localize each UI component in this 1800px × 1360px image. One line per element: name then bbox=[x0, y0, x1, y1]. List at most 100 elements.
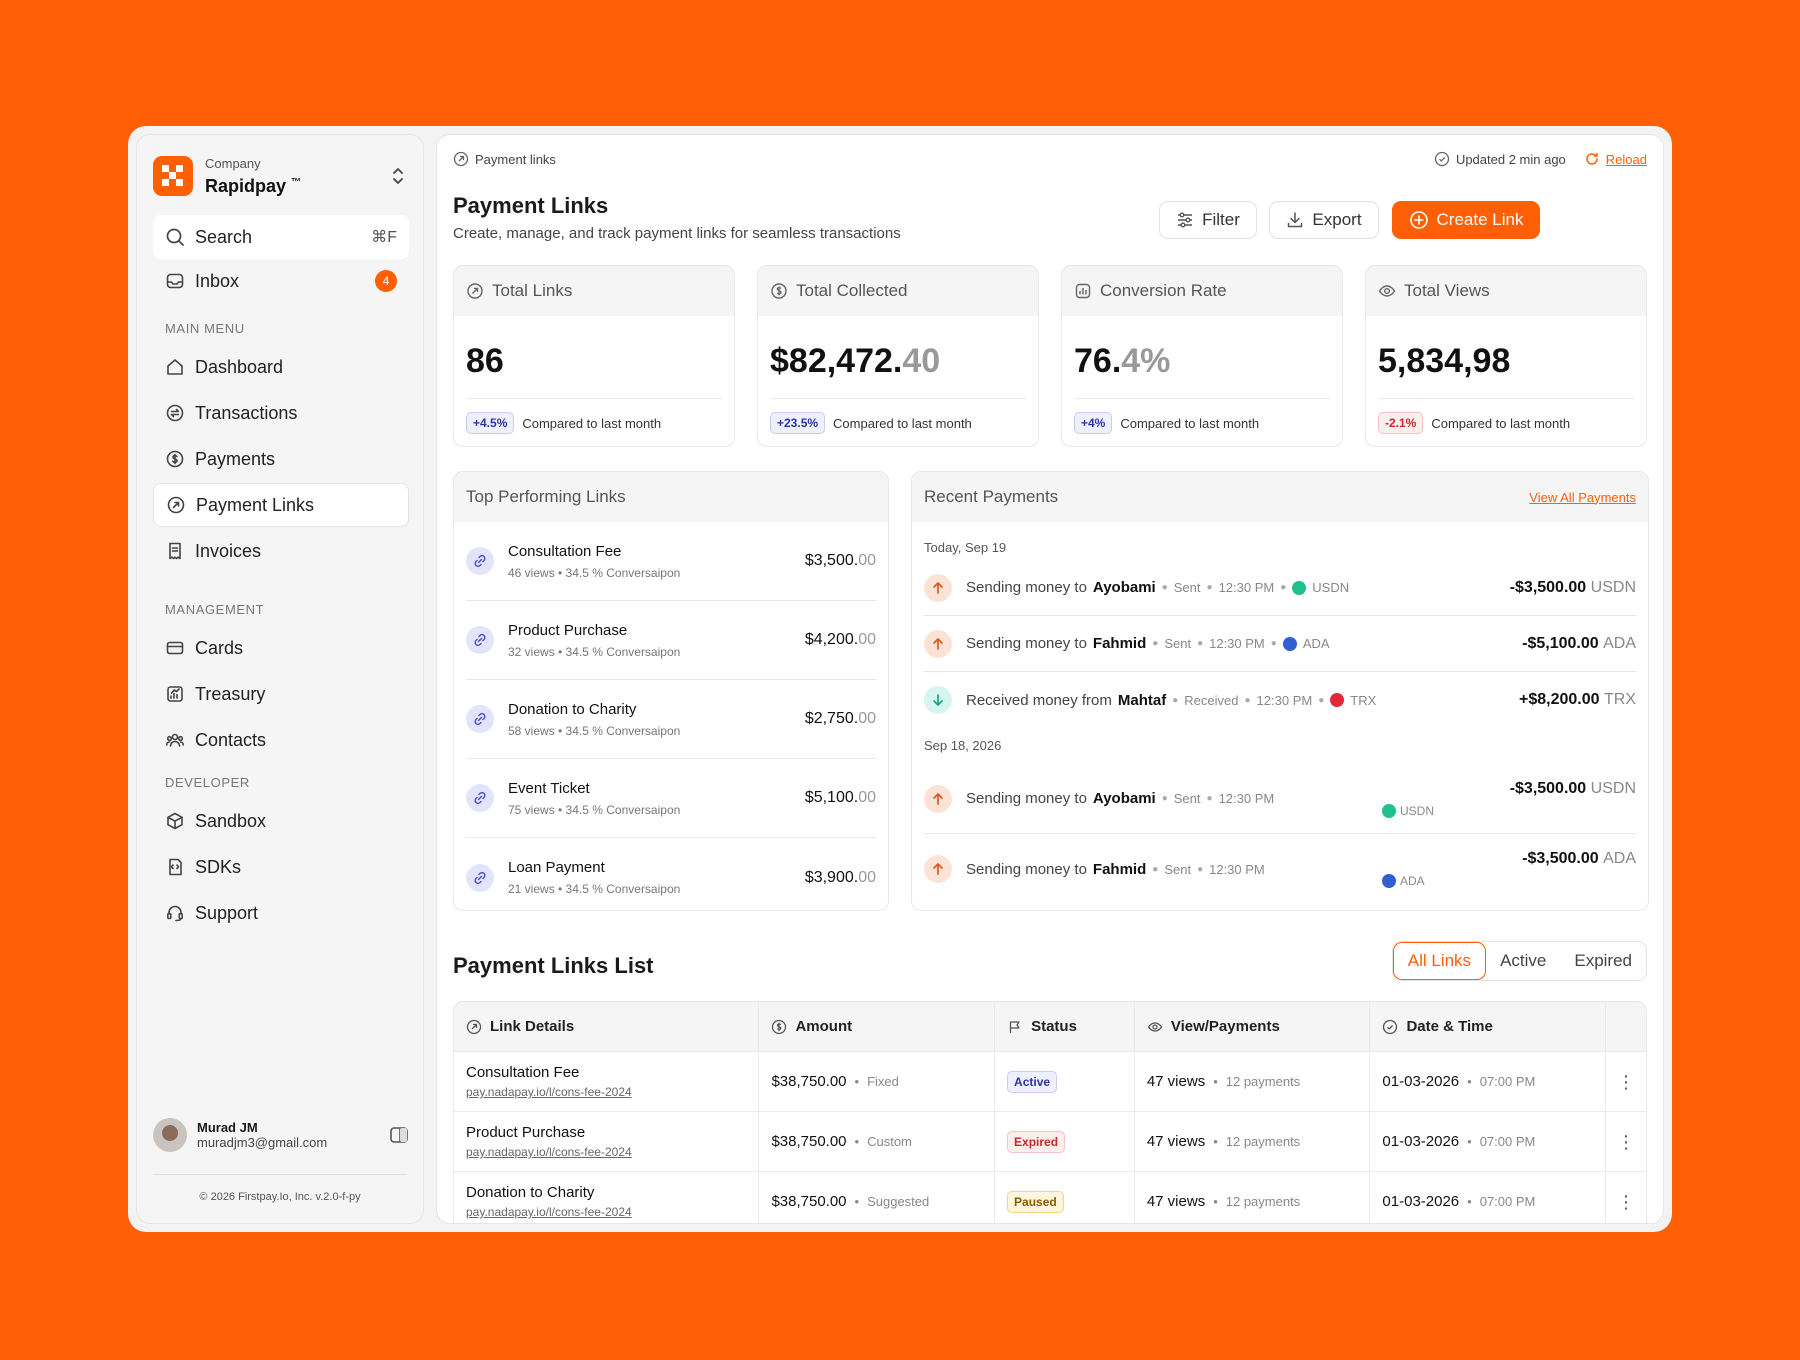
amount-type: Custom bbox=[867, 1134, 912, 1149]
headset-icon bbox=[165, 903, 185, 923]
top-link-amount: $3,900.00 bbox=[804, 868, 876, 886]
flag-icon bbox=[1009, 1020, 1020, 1033]
sidebar-item-transactions[interactable]: Transactions bbox=[153, 391, 409, 435]
company-switcher[interactable]: Company Rapidpay ™ bbox=[153, 153, 407, 199]
sidebar-item-label: Dashboard bbox=[195, 356, 284, 377]
link-url[interactable]: pay.nadapay.io/l/cons-fee-2024 bbox=[466, 1205, 746, 1219]
top-link-row[interactable]: Loan Payment 21 views • 34.5 % Conversaip… bbox=[466, 838, 876, 910]
stat-value: 5,834,98 bbox=[1378, 342, 1511, 380]
top-link-name: Donation to Charity bbox=[508, 700, 637, 718]
sidebar-item-label: Sandbox bbox=[195, 810, 267, 831]
more-options-icon[interactable]: ⋮ bbox=[1617, 1193, 1635, 1211]
view-all-payments-link[interactable]: View All Payments bbox=[1529, 490, 1636, 505]
column-header-date-time[interactable]: Date & Time bbox=[1370, 1002, 1607, 1051]
clock-check-icon bbox=[1383, 1019, 1398, 1034]
payment-row[interactable]: Sending money to Ayobami ● Sent ● 12:30 PM -$… bbox=[924, 764, 1636, 834]
column-header-view-payments[interactable]: View/Payments bbox=[1135, 1002, 1371, 1051]
sidebar-item-support[interactable]: Support bbox=[153, 891, 409, 935]
top-link-row[interactable]: Event Ticket 75 views • 34.5 % Conversaip… bbox=[466, 759, 876, 838]
link-chain-icon bbox=[466, 626, 494, 654]
main-content: Payment links Updated 2 min ago Reload P… bbox=[436, 134, 1664, 1224]
top-link-row[interactable]: Donation to Charity 58 views • 34.5 % Con… bbox=[466, 680, 876, 759]
payment-amount: -$3,500.00 USDN USDN bbox=[1382, 780, 1636, 818]
sidebar-item-dashboard[interactable]: Dashboard bbox=[153, 345, 409, 389]
top-link-row[interactable]: Product Purchase 32 views • 34.5 % Conver… bbox=[466, 601, 876, 680]
top-link-row[interactable]: Consultation Fee 46 views • 34.5 % Conver… bbox=[466, 522, 876, 601]
filter-icon bbox=[1178, 212, 1193, 228]
column-header-status[interactable]: Status bbox=[995, 1002, 1135, 1051]
link-name: Donation to Charity bbox=[466, 1184, 595, 1201]
sidebar-item-invoices[interactable]: Invoices bbox=[153, 529, 409, 573]
change-badge: +4.5% bbox=[466, 412, 515, 434]
payment-row[interactable]: Sending money to Ayobami ● Sent ● 12:30 PM ● U… bbox=[924, 560, 1636, 616]
filter-button[interactable]: Filter bbox=[1159, 201, 1257, 239]
more-options-icon[interactable]: ⋮ bbox=[1617, 1073, 1635, 1091]
sidebar-item-sandbox[interactable]: Sandbox bbox=[153, 799, 409, 843]
chart-icon bbox=[1075, 283, 1091, 299]
sidebar-item-contacts[interactable]: Contacts bbox=[153, 718, 409, 762]
management-heading: MANAGEMENT bbox=[165, 602, 265, 617]
link-name: Product Purchase bbox=[466, 1124, 586, 1141]
payment-links-table: Link Details Amount Status View/Payments Dat… bbox=[453, 1001, 1647, 1223]
reload-icon[interactable] bbox=[1584, 151, 1600, 167]
top-link-name: Product Purchase bbox=[508, 621, 628, 639]
sidebar-item-sdks[interactable]: SDKs bbox=[153, 845, 409, 889]
views-count: 47 views bbox=[1146, 1133, 1206, 1150]
tab-expired[interactable]: Expired bbox=[1560, 942, 1646, 980]
payment-row[interactable]: Sending money to Fahmid ● Sent ● 12:30 PM -$3… bbox=[924, 834, 1636, 904]
sidebar-item-payment-links[interactable]: Payment Links bbox=[153, 483, 409, 527]
card-icon bbox=[165, 638, 185, 658]
table-row[interactable]: Product Purchase pay.nadapay.io/l/cons-fe… bbox=[454, 1112, 1646, 1172]
column-header-link-details[interactable]: Link Details bbox=[454, 1002, 760, 1051]
dollar-circle-icon bbox=[165, 449, 185, 469]
arrow-down-icon bbox=[924, 686, 952, 714]
create-link-button[interactable]: Create Link bbox=[1392, 201, 1540, 239]
link-url[interactable]: pay.nadapay.io/l/cons-fee-2024 bbox=[466, 1085, 746, 1099]
treasury-icon bbox=[165, 684, 185, 704]
top-link-name: Loan Payment bbox=[508, 859, 605, 876]
chevron-updown-icon[interactable] bbox=[389, 165, 407, 187]
developer-heading: DEVELOPER bbox=[165, 775, 250, 790]
sidebar-item-cards[interactable]: Cards bbox=[153, 626, 409, 670]
breadcrumb[interactable]: Payment links bbox=[453, 151, 556, 167]
payment-row[interactable]: Received money from Mahtaf ● Received ● 12:30… bbox=[924, 672, 1636, 728]
sidebar-toggle-icon[interactable] bbox=[389, 1125, 409, 1145]
breadcrumb-label: Payment links bbox=[475, 151, 556, 167]
row-time: 07:00 PM bbox=[1479, 1134, 1536, 1149]
table-header: Link Details Amount Status View/Payments Dat… bbox=[454, 1002, 1646, 1052]
link-url[interactable]: pay.nadapay.io/l/cons-fee-2024 bbox=[466, 1145, 746, 1159]
payments-count: 12 payments bbox=[1225, 1134, 1301, 1149]
payments-count: 12 payments bbox=[1225, 1194, 1301, 1209]
search-shortcut: ⌘F bbox=[371, 229, 397, 246]
top-link-amount: $2,750.00 bbox=[804, 710, 876, 727]
date-group-label: Today, Sep 19 bbox=[924, 540, 1007, 555]
tab-active[interactable]: Active bbox=[1486, 942, 1560, 980]
search-label: Search bbox=[195, 226, 253, 247]
table-row[interactable]: Consultation Fee pay.nadapay.io/l/cons-fe… bbox=[454, 1052, 1646, 1112]
search-button[interactable]: Search ⌘F bbox=[153, 215, 409, 259]
sidebar-item-treasury[interactable]: Treasury bbox=[153, 672, 409, 716]
views-count: 47 views bbox=[1146, 1193, 1206, 1210]
column-header-amount[interactable]: Amount bbox=[759, 1002, 996, 1051]
sidebar-item-payments[interactable]: Payments bbox=[153, 437, 409, 481]
reload-link[interactable]: Reload bbox=[1606, 152, 1647, 167]
more-options-icon[interactable]: ⋮ bbox=[1617, 1133, 1635, 1151]
export-button[interactable]: Export bbox=[1269, 201, 1379, 239]
tab-all-links[interactable]: All Links bbox=[1392, 942, 1487, 980]
table-row[interactable]: Donation to Charity pay.nadapay.io/l/cons… bbox=[454, 1172, 1646, 1223]
dollar-circle-icon bbox=[772, 1019, 787, 1034]
top-link-amount: $4,200.00 bbox=[804, 631, 876, 648]
sidebar-item-inbox[interactable]: Inbox 4 bbox=[153, 259, 409, 303]
payment-row[interactable]: Sending money to Fahmid ● Sent ● 12:30 PM ● AD… bbox=[924, 616, 1636, 672]
payment-amount: -$3,500.00 USDN bbox=[1509, 578, 1636, 596]
export-label: Export bbox=[1312, 210, 1362, 229]
sidebar-item-label: Cards bbox=[195, 637, 244, 658]
sidebar-item-label: Payments bbox=[195, 448, 276, 469]
recent-payments-panel: Recent Payments View All Payments Today,… bbox=[911, 471, 1649, 911]
user-profile[interactable]: Murad JM muradjm3@gmail.com bbox=[153, 1111, 409, 1159]
payment-amount: +$8,200.00 TRX bbox=[1519, 691, 1636, 708]
copyright: © 2026 Firstpay.Io, Inc. v.2.0-f-py bbox=[199, 1191, 361, 1203]
link-chain-icon bbox=[466, 863, 494, 892]
updated-label: Updated 2 min ago bbox=[1455, 151, 1566, 167]
sdk-icon bbox=[165, 857, 185, 877]
